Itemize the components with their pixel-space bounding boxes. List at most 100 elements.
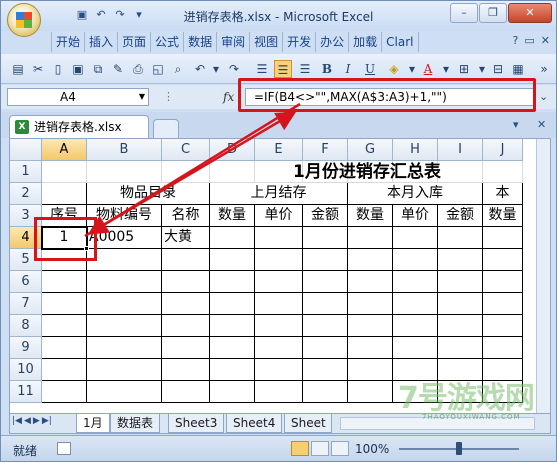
- grid-cell[interactable]: [348, 359, 393, 381]
- grid-cell[interactable]: [393, 359, 438, 381]
- grid-cell[interactable]: [438, 381, 483, 403]
- tab-insert[interactable]: 插入: [85, 32, 119, 52]
- macro-record-icon[interactable]: [57, 442, 71, 455]
- italic-icon[interactable]: I: [339, 60, 357, 78]
- align-center-icon[interactable]: ☰: [274, 60, 292, 78]
- new-icon[interactable]: ▯: [49, 60, 67, 78]
- grid-cell[interactable]: [210, 293, 255, 315]
- grid-cell[interactable]: [303, 315, 348, 337]
- toolbar-overflow-icon[interactable]: »: [535, 60, 553, 78]
- print-preview-icon[interactable]: ◱: [149, 60, 167, 78]
- grid-cell[interactable]: [42, 183, 87, 205]
- redo-toolbar-icon[interactable]: ↷: [225, 60, 243, 78]
- grid-cell[interactable]: [348, 227, 393, 249]
- grid-cell[interactable]: [255, 337, 303, 359]
- grid-cell[interactable]: [303, 381, 348, 403]
- grid-cell[interactable]: [255, 359, 303, 381]
- grid-cell[interactable]: [348, 293, 393, 315]
- font-color-dropdown-icon[interactable]: ▾: [437, 60, 455, 78]
- cut-icon[interactable]: ✂: [29, 60, 47, 78]
- sheet-tab-sheet3[interactable]: Sheet3: [168, 414, 225, 433]
- undo-dropdown-icon[interactable]: ▾: [207, 60, 225, 78]
- zoom-level[interactable]: 100%: [355, 442, 389, 456]
- grid-cell[interactable]: [162, 249, 210, 271]
- tab-formulas[interactable]: 公式: [151, 32, 185, 52]
- column-header-h[interactable]: H: [393, 139, 438, 161]
- sheet-tab-sheet5[interactable]: Sheet: [284, 414, 332, 433]
- grid-cell[interactable]: [255, 293, 303, 315]
- row-header-11[interactable]: 11: [10, 381, 42, 403]
- grid-cell[interactable]: [162, 337, 210, 359]
- grid-cell[interactable]: [87, 271, 162, 293]
- save-file-icon[interactable]: ▣: [69, 60, 87, 78]
- grid-cell[interactable]: [42, 161, 87, 183]
- paste-icon[interactable]: ▤: [9, 60, 27, 78]
- grid-cell[interactable]: [483, 315, 523, 337]
- grid-cell[interactable]: [210, 161, 255, 183]
- grid-cell[interactable]: [348, 381, 393, 403]
- restore-button[interactable]: ❐: [479, 3, 507, 23]
- column-header-i[interactable]: I: [438, 139, 483, 161]
- underline-icon[interactable]: U: [361, 60, 379, 78]
- grid-cell[interactable]: [303, 337, 348, 359]
- format-painter-icon[interactable]: ✎: [109, 60, 127, 78]
- row-header-2[interactable]: 2: [10, 183, 42, 205]
- row-header-8[interactable]: 8: [10, 315, 42, 337]
- grid-cell[interactable]: [438, 359, 483, 381]
- sheet-tab-sheet4[interactable]: Sheet4: [226, 414, 283, 433]
- grid-cell[interactable]: [483, 337, 523, 359]
- grid-cell[interactable]: [255, 271, 303, 293]
- horizontal-scrollbar[interactable]: [340, 417, 535, 430]
- column-header-d[interactable]: D: [210, 139, 255, 161]
- sheet-tab-jan[interactable]: 1月: [76, 414, 110, 433]
- insert-function-icon[interactable]: fx: [223, 90, 234, 104]
- normal-view-icon[interactable]: [291, 441, 309, 456]
- cell-c4-name[interactable]: 大黄: [162, 227, 210, 249]
- grid-cell[interactable]: [87, 315, 162, 337]
- grid-cell[interactable]: [438, 315, 483, 337]
- grid-cell[interactable]: [438, 271, 483, 293]
- grid-cell[interactable]: [393, 293, 438, 315]
- name-box[interactable]: A4 ▼: [7, 88, 149, 106]
- grid-cell[interactable]: [393, 337, 438, 359]
- grid-cell[interactable]: [162, 359, 210, 381]
- grid-cell[interactable]: [483, 293, 523, 315]
- grid-cell[interactable]: [87, 337, 162, 359]
- fill-color-icon[interactable]: ◈: [385, 60, 403, 78]
- grid-cell[interactable]: [438, 249, 483, 271]
- column-header-c[interactable]: C: [162, 139, 210, 161]
- grid-cell[interactable]: [210, 381, 255, 403]
- grid-cell[interactable]: [87, 161, 162, 183]
- grid-cell[interactable]: [255, 315, 303, 337]
- tab-addins[interactable]: 加载: [349, 32, 383, 52]
- grid-cell[interactable]: [210, 271, 255, 293]
- grid-cell[interactable]: [438, 337, 483, 359]
- tab-page-layout[interactable]: 页面: [118, 32, 152, 52]
- grid-cell[interactable]: [42, 293, 87, 315]
- grid-cell[interactable]: [210, 249, 255, 271]
- row-header-1[interactable]: 1: [10, 161, 42, 183]
- grid-cell[interactable]: [303, 227, 348, 249]
- column-header-e[interactable]: E: [255, 139, 303, 161]
- grid-cell[interactable]: [348, 315, 393, 337]
- next-sheet-icon[interactable]: ▶: [33, 416, 40, 426]
- help-icon[interactable]: ?: [513, 34, 519, 47]
- tab-view[interactable]: 视图: [250, 32, 284, 52]
- last-sheet-icon[interactable]: ▶|: [42, 416, 52, 426]
- grid-cell[interactable]: [162, 293, 210, 315]
- grid-cell[interactable]: [483, 271, 523, 293]
- borders-icon[interactable]: ⊞: [455, 60, 473, 78]
- page-layout-view-icon[interactable]: [311, 441, 329, 456]
- align-left-icon[interactable]: ☰: [253, 60, 271, 78]
- sheet-tab-data[interactable]: 数据表: [110, 414, 161, 433]
- column-header-f[interactable]: F: [303, 139, 348, 161]
- column-header-b[interactable]: B: [87, 139, 162, 161]
- grid-cell[interactable]: [162, 161, 210, 183]
- grid-cell[interactable]: [255, 227, 303, 249]
- grid-cell[interactable]: [42, 337, 87, 359]
- grid-cell[interactable]: [303, 359, 348, 381]
- grid-cell[interactable]: [303, 293, 348, 315]
- grid-cell[interactable]: [42, 359, 87, 381]
- grid-cell[interactable]: [87, 359, 162, 381]
- grid-cell[interactable]: [87, 381, 162, 403]
